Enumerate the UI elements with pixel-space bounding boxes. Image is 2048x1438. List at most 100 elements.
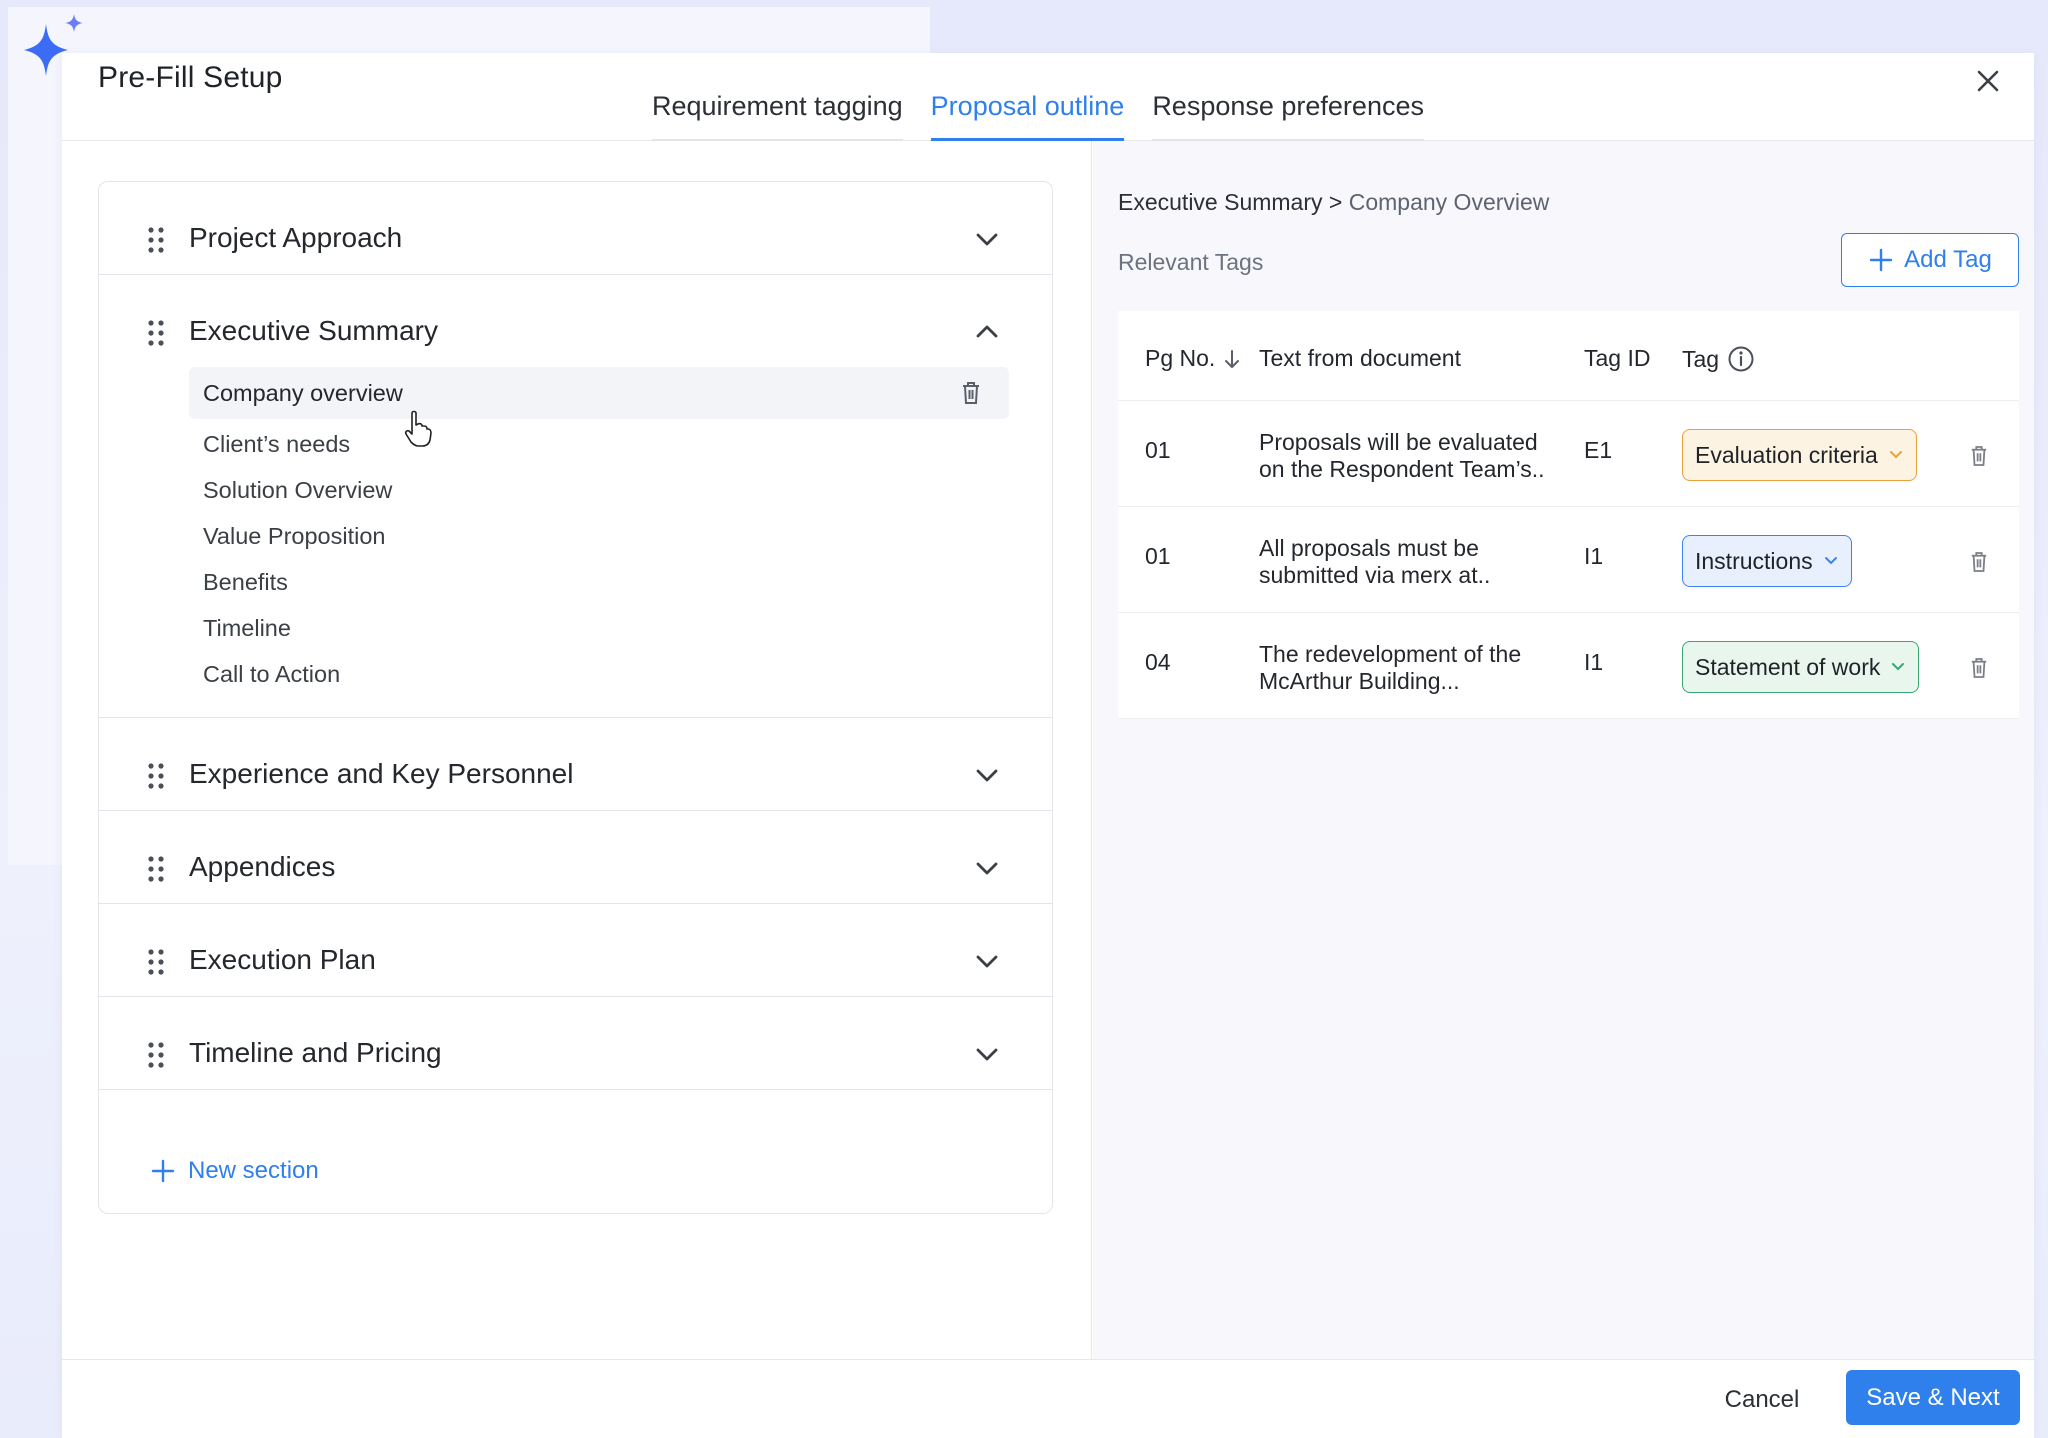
tab-requirement-tagging[interactable]: Requirement tagging <box>652 89 903 141</box>
new-section-label: New section <box>188 1157 319 1185</box>
section-title: Appendices <box>189 851 335 883</box>
drag-handle-icon[interactable] <box>147 948 165 976</box>
plus-icon <box>150 1158 176 1184</box>
outline-section: Project Approach <box>99 182 1052 275</box>
subsection-item[interactable]: Benefits <box>189 559 1009 605</box>
cell-text-line: Proposals will be evaluated <box>1259 429 1545 456</box>
subsection-item[interactable]: Client’s needs <box>189 421 1009 467</box>
modal-header: Pre-Fill Setup Requirement tagging Propo… <box>62 53 2034 141</box>
modal-title: Pre-Fill Setup <box>98 61 283 95</box>
tab-bar: Requirement tagging Proposal outline Res… <box>652 89 1424 141</box>
chevron-up-icon[interactable] <box>974 323 1000 341</box>
table-row[interactable]: 04 The redevelopment of theMcArthur Buil… <box>1118 613 2019 719</box>
sort-down-arrow-icon[interactable] <box>1223 348 1241 370</box>
tab-proposal-outline[interactable]: Proposal outline <box>931 89 1125 141</box>
chevron-down-icon <box>1823 555 1839 567</box>
outline-section: Timeline and Pricing <box>99 997 1052 1090</box>
outline-section: Appendices <box>99 811 1052 904</box>
modal-footer: Cancel Save & Next <box>62 1359 2034 1438</box>
info-icon[interactable] <box>1727 345 1755 373</box>
subsection-item[interactable]: Solution Overview <box>189 467 1009 513</box>
cell-text-line: McArthur Building... <box>1259 668 1521 695</box>
column-label: Pg No. <box>1145 345 1215 372</box>
drag-handle-icon[interactable] <box>147 762 165 790</box>
breadcrumb-parent[interactable]: Executive Summary > <box>1118 189 1342 215</box>
tags-table: Pg No. Text from document Tag ID Tag 01 … <box>1118 311 2019 719</box>
subsection-label: Company overview <box>203 380 403 406</box>
chevron-down-icon <box>1888 449 1904 461</box>
trash-icon[interactable] <box>1970 445 1988 467</box>
column-header-tag-id: Tag ID <box>1584 345 1650 372</box>
column-header-text: Text from document <box>1259 345 1461 372</box>
section-title: Timeline and Pricing <box>189 1037 442 1069</box>
cell-pg-no: 01 <box>1145 543 1171 570</box>
subsection-list: Company overview Client’s needs Solution… <box>99 367 1052 717</box>
plus-icon <box>1868 247 1894 273</box>
section-title: Execution Plan <box>189 944 376 976</box>
cell-text: All proposals must besubmitted via merx … <box>1259 535 1490 589</box>
new-section-button[interactable]: New section <box>150 1157 319 1185</box>
chevron-down-icon[interactable] <box>974 230 1000 248</box>
prefill-setup-modal: Pre-Fill Setup Requirement tagging Propo… <box>62 53 2034 1438</box>
drag-handle-icon[interactable] <box>147 319 165 347</box>
tag-label: Evaluation criteria <box>1695 442 1878 469</box>
cancel-button[interactable]: Cancel <box>1712 1378 1812 1422</box>
cell-pg-no: 01 <box>1145 437 1171 464</box>
trash-icon[interactable] <box>961 381 981 405</box>
save-and-next-button[interactable]: Save & Next <box>1846 1370 2020 1425</box>
tab-response-preferences[interactable]: Response preferences <box>1152 89 1424 141</box>
section-header-experience[interactable]: Experience and Key Personnel <box>99 718 1052 810</box>
section-header-timeline-pricing[interactable]: Timeline and Pricing <box>99 997 1052 1089</box>
relevant-tags-label: Relevant Tags <box>1118 249 1263 276</box>
chevron-down-icon[interactable] <box>974 1045 1000 1063</box>
cell-text-line: The redevelopment of the <box>1259 641 1521 668</box>
cell-text: The redevelopment of theMcArthur Buildin… <box>1259 641 1521 695</box>
section-header-appendices[interactable]: Appendices <box>99 811 1052 903</box>
detail-panel: Executive Summary > Company Overview Rel… <box>1093 141 2034 1359</box>
table-row[interactable]: 01 All proposals must besubmitted via me… <box>1118 507 2019 613</box>
outline-list: Project Approach Executive Summary Compa… <box>98 181 1053 1214</box>
subsection-item-selected[interactable]: Company overview <box>189 367 1009 419</box>
drag-handle-icon[interactable] <box>147 1041 165 1069</box>
subsection-item[interactable]: Value Proposition <box>189 513 1009 559</box>
breadcrumb-current: Company Overview <box>1349 189 1550 215</box>
section-header-executive-summary[interactable]: Executive Summary <box>99 275 1052 367</box>
tag-dropdown-evaluation[interactable]: Evaluation criteria <box>1682 429 1917 481</box>
subsection-item[interactable]: Call to Action <box>189 651 1009 697</box>
cell-text: Proposals will be evaluatedon the Respon… <box>1259 429 1545 483</box>
section-header-project-approach[interactable]: Project Approach <box>99 182 1052 274</box>
tag-label: Statement of work <box>1695 654 1880 681</box>
column-header-pg-no[interactable]: Pg No. <box>1145 345 1241 372</box>
outline-panel: Project Approach Executive Summary Compa… <box>62 141 1092 1359</box>
trash-icon[interactable] <box>1970 551 1988 573</box>
tag-label: Instructions <box>1695 548 1813 575</box>
chevron-down-icon[interactable] <box>974 859 1000 877</box>
close-icon[interactable] <box>1970 63 2006 99</box>
column-header-tag: Tag <box>1682 345 1755 373</box>
cell-tag-id: I1 <box>1584 649 1603 676</box>
cell-pg-no: 04 <box>1145 649 1171 676</box>
outline-section: Experience and Key Personnel <box>99 718 1052 811</box>
add-tag-button[interactable]: Add Tag <box>1841 233 2019 287</box>
subsection-item[interactable]: Timeline <box>189 605 1009 651</box>
breadcrumb: Executive Summary > Company Overview <box>1118 189 1549 216</box>
chevron-down-icon <box>1890 661 1906 673</box>
table-row[interactable]: 01 Proposals will be evaluatedon the Res… <box>1118 401 2019 507</box>
column-label: Tag <box>1682 346 1719 373</box>
cell-text-line: submitted via merx at.. <box>1259 562 1490 589</box>
section-title: Executive Summary <box>189 315 438 347</box>
chevron-down-icon[interactable] <box>974 952 1000 970</box>
trash-icon[interactable] <box>1970 657 1988 679</box>
chevron-down-icon[interactable] <box>974 766 1000 784</box>
drag-handle-icon[interactable] <box>147 855 165 883</box>
section-title: Project Approach <box>189 222 402 254</box>
tag-dropdown-instructions[interactable]: Instructions <box>1682 535 1852 587</box>
cell-text-line: All proposals must be <box>1259 535 1490 562</box>
cell-text-line: on the Respondent Team’s.. <box>1259 456 1545 483</box>
tag-dropdown-statement-of-work[interactable]: Statement of work <box>1682 641 1919 693</box>
section-title: Experience and Key Personnel <box>189 758 573 790</box>
outline-section: Executive Summary Company overview Clien… <box>99 275 1052 718</box>
drag-handle-icon[interactable] <box>147 226 165 254</box>
outline-section: Execution Plan <box>99 904 1052 997</box>
section-header-execution-plan[interactable]: Execution Plan <box>99 904 1052 996</box>
